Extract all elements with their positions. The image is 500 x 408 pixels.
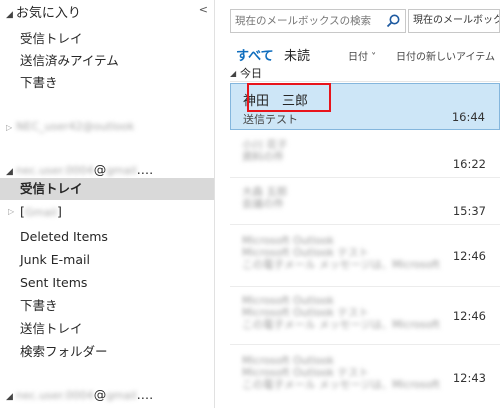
account-2-domain: gmail: [106, 164, 137, 177]
account-2-header[interactable]: ◢ nec.user.0004@gmail.…: [6, 162, 153, 177]
collapse-triangle-icon[interactable]: ◢: [6, 167, 13, 177]
collapse-triangle-icon[interactable]: ◢: [6, 392, 13, 402]
folder-inbox[interactable]: 受信トレイ: [0, 178, 214, 200]
account-2-ellipsis: .…: [136, 162, 154, 177]
account-3-header[interactable]: ◢ nec.user.0004@gmail.…: [6, 387, 153, 402]
message-time: 16:44: [451, 110, 485, 124]
gmail-folder-name: Gmail: [24, 206, 57, 219]
message-sender-blurred: Microsoft Outlook Microsoft Outlook テスト …: [242, 235, 440, 271]
folder-pane: ◢ お気に入り < 受信トレイ 送信済みアイテム 下書き ▷ NEC_user42…: [0, 0, 215, 408]
account-3-at: @: [93, 387, 107, 402]
filter-unread-tab[interactable]: 未読: [284, 45, 310, 64]
message-time: 12:46: [452, 309, 486, 323]
search-scope-dropdown[interactable]: 現在のメールボックス: [408, 9, 500, 33]
folder-sent-items[interactable]: Sent Items: [0, 272, 214, 294]
message-subject: 会議の件: [242, 198, 284, 210]
favorite-sent-items[interactable]: 送信済みアイテム: [0, 50, 214, 72]
sort-by-date-dropdown[interactable]: 日付 ˅: [348, 48, 376, 63]
message-subject: 資料の件: [242, 151, 284, 163]
account-3-ellipsis: .…: [136, 387, 154, 402]
gmail-bracket-close: ]: [56, 204, 62, 219]
group-label: 今日: [240, 67, 262, 80]
message-sender-blurred: 小川 花子 資料の件: [242, 139, 287, 163]
message-time: 16:22: [452, 157, 486, 171]
account-2-name: nec.user.0004: [15, 164, 94, 177]
message-preview: この電子メール メッセージは、Microsoft: [242, 319, 440, 331]
collapse-triangle-icon[interactable]: ◢: [230, 66, 236, 82]
search-box[interactable]: [230, 9, 406, 33]
search-icon[interactable]: [385, 13, 401, 29]
account-1-name: NEC_user42@outlook: [16, 120, 135, 133]
collapse-triangle-icon[interactable]: ◢: [6, 10, 13, 20]
message-row[interactable]: Microsoft Outlook Microsoft Outlook テスト …: [230, 225, 500, 287]
message-time: 15:37: [452, 204, 486, 218]
message-row[interactable]: Microsoft Outlook Microsoft Outlook テスト …: [230, 287, 500, 345]
message-row[interactable]: 神田 三郎 送信テスト 16:44: [230, 83, 500, 130]
message-subject: Microsoft Outlook テスト: [242, 247, 369, 259]
message-row[interactable]: 大森 五郎 会議の件 15:37: [230, 178, 500, 225]
message-row[interactable]: 小川 花子 資料の件 16:22: [230, 131, 500, 178]
message-subject: 送信テスト: [243, 113, 298, 126]
message-list-pane: 現在のメールボックス すべて 未読 日付 ˅ 日付の新しいアイテム ↓ ◢ 今日…: [216, 0, 500, 408]
account-3-domain: gmail: [106, 389, 137, 402]
group-header-today[interactable]: ◢ 今日: [230, 66, 500, 82]
message-sender: Microsoft Outlook: [242, 355, 335, 367]
message-sender-blurred: Microsoft Outlook Microsoft Outlook テスト …: [242, 295, 440, 331]
account-3-name: nec.user.0004: [15, 389, 94, 402]
folder-search-folders[interactable]: 検索フォルダー: [0, 341, 214, 363]
favorites-header[interactable]: ◢ お気に入り: [6, 2, 81, 21]
expand-triangle-icon[interactable]: ▷: [6, 123, 12, 132]
message-sender: Microsoft Outlook: [242, 235, 335, 247]
message-sender-blurred: 大森 五郎 会議の件: [242, 186, 287, 210]
message-time: 12:43: [452, 371, 486, 385]
filter-all-tab[interactable]: すべて: [236, 45, 274, 64]
folder-gmail[interactable]: ▷ [Gmail]: [0, 201, 214, 223]
account-2-at: @: [93, 162, 107, 177]
message-preview: この電子メール メッセージは、Microsoft: [242, 379, 440, 391]
expand-triangle-icon[interactable]: ▷: [8, 201, 14, 223]
folder-junk-email[interactable]: Junk E-mail: [0, 249, 214, 271]
sort-order-toggle[interactable]: 日付の新しいアイテム ↓: [396, 48, 500, 63]
message-preview: この電子メール メッセージは、Microsoft: [242, 259, 440, 271]
message-sender: Microsoft Outlook: [242, 295, 335, 307]
message-sender: 小川 花子: [242, 139, 288, 151]
message-time: 12:46: [452, 249, 486, 263]
folder-deleted-items[interactable]: Deleted Items: [0, 226, 214, 248]
message-row[interactable]: Microsoft Outlook Microsoft Outlook テスト …: [230, 345, 500, 407]
search-input[interactable]: [235, 12, 379, 30]
favorite-drafts[interactable]: 下書き: [0, 72, 214, 94]
folder-outbox[interactable]: 送信トレイ: [0, 318, 214, 340]
message-subject: Microsoft Outlook テスト: [242, 367, 369, 379]
collapse-pane-icon[interactable]: <: [199, 3, 208, 16]
message-sender: 大森 五郎: [242, 186, 288, 198]
account-1-header[interactable]: ▷ NEC_user42@outlook: [6, 118, 134, 133]
folder-drafts[interactable]: 下書き: [0, 295, 214, 317]
message-sender-blurred: Microsoft Outlook Microsoft Outlook テスト …: [242, 355, 440, 391]
favorite-inbox[interactable]: 受信トレイ: [0, 28, 214, 50]
message-sender: 神田 三郎: [243, 94, 309, 109]
favorites-label: お気に入り: [15, 6, 81, 21]
message-subject: Microsoft Outlook テスト: [242, 307, 369, 319]
